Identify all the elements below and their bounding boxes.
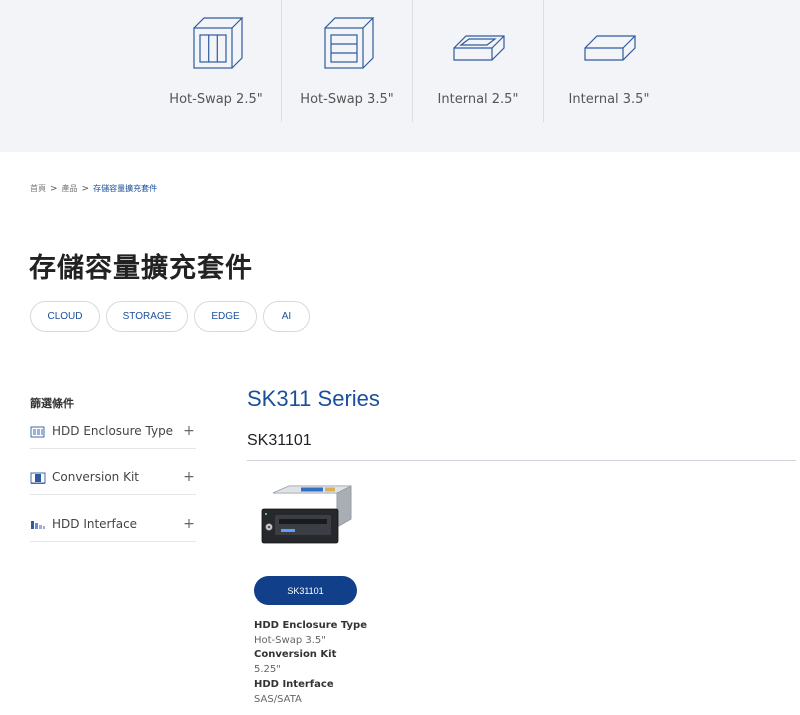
category-label: Hot-Swap 2.5" bbox=[169, 92, 263, 107]
breadcrumb-products[interactable]: 產品 bbox=[62, 183, 78, 194]
pill-edge[interactable]: EDGE bbox=[194, 301, 257, 332]
spec-label: HDD Enclosure Type bbox=[254, 620, 367, 631]
divider bbox=[247, 460, 796, 461]
filter-hdd-enclosure-type[interactable]: HDD Enclosure Type + bbox=[30, 414, 196, 449]
spec-value: SAS/SATA bbox=[254, 693, 302, 705]
expand-icon[interactable]: + bbox=[182, 516, 196, 532]
breadcrumb-separator: > bbox=[50, 183, 58, 194]
model-title: SK31101 bbox=[247, 432, 312, 449]
category-label: Internal 3.5" bbox=[568, 92, 650, 107]
hot-swap-2-5-icon bbox=[186, 14, 246, 78]
spec-label: Conversion Kit bbox=[254, 649, 337, 661]
breadcrumb: 首頁 > 產品 > 存儲容量擴充套件 bbox=[30, 183, 157, 194]
expand-icon[interactable]: + bbox=[182, 423, 196, 439]
hot-swap-3-5-icon bbox=[317, 14, 377, 78]
category-internal-2-5[interactable]: Internal 2.5" bbox=[413, 0, 543, 122]
filter-hdd-interface[interactable]: HDD Interface + bbox=[30, 507, 196, 542]
category-internal-3-5[interactable]: Internal 3.5" bbox=[544, 0, 674, 122]
pill-cloud[interactable]: CLOUD bbox=[30, 301, 100, 332]
internal-2-5-icon bbox=[448, 14, 508, 78]
spec-value: Hot-Swap 3.5" bbox=[254, 634, 326, 646]
pill-ai[interactable]: AI bbox=[263, 301, 310, 332]
filter-label: HDD Enclosure Type bbox=[52, 424, 174, 438]
product-image[interactable] bbox=[261, 485, 353, 551]
spec-label: HDD Interface bbox=[254, 678, 334, 690]
series-title: SK311 Series bbox=[247, 386, 380, 411]
breadcrumb-home[interactable]: 首頁 bbox=[30, 183, 46, 194]
conversion-kit-icon bbox=[30, 470, 46, 484]
filter-label: Conversion Kit bbox=[52, 470, 139, 484]
category-hot-swap-3-5[interactable]: Hot-Swap 3.5" bbox=[282, 0, 412, 122]
category-label: Internal 2.5" bbox=[437, 92, 519, 107]
category-pills: CLOUD STORAGE EDGE AI bbox=[30, 301, 310, 332]
product-button[interactable]: SK31101 bbox=[254, 576, 357, 605]
pill-storage[interactable]: STORAGE bbox=[106, 301, 188, 332]
expand-icon[interactable]: + bbox=[182, 469, 196, 485]
hdd-enclosure-icon bbox=[30, 424, 46, 438]
category-hot-swap-2-5[interactable]: Hot-Swap 2.5" bbox=[151, 0, 281, 122]
category-label: Hot-Swap 3.5" bbox=[300, 92, 394, 107]
internal-3-5-icon bbox=[579, 14, 639, 78]
breadcrumb-separator: > bbox=[81, 183, 90, 194]
product-specs: HDD Enclosure Type Hot-Swap 3.5" Convers… bbox=[254, 619, 367, 707]
filter-label: HDD Interface bbox=[52, 517, 138, 531]
filter-conversion-kit[interactable]: Conversion Kit + bbox=[30, 460, 196, 495]
category-band: Hot-Swap 2.5" Hot-Swap 3.5" Internal 2.5… bbox=[0, 0, 800, 152]
filter-title: 篩選條件 bbox=[30, 397, 74, 410]
spec-value: 5.25" bbox=[254, 664, 281, 676]
hdd-interface-icon bbox=[30, 517, 46, 531]
breadcrumb-current: 存儲容量擴充套件 bbox=[93, 184, 158, 193]
page-title: 存儲容量擴充套件 bbox=[29, 253, 253, 284]
